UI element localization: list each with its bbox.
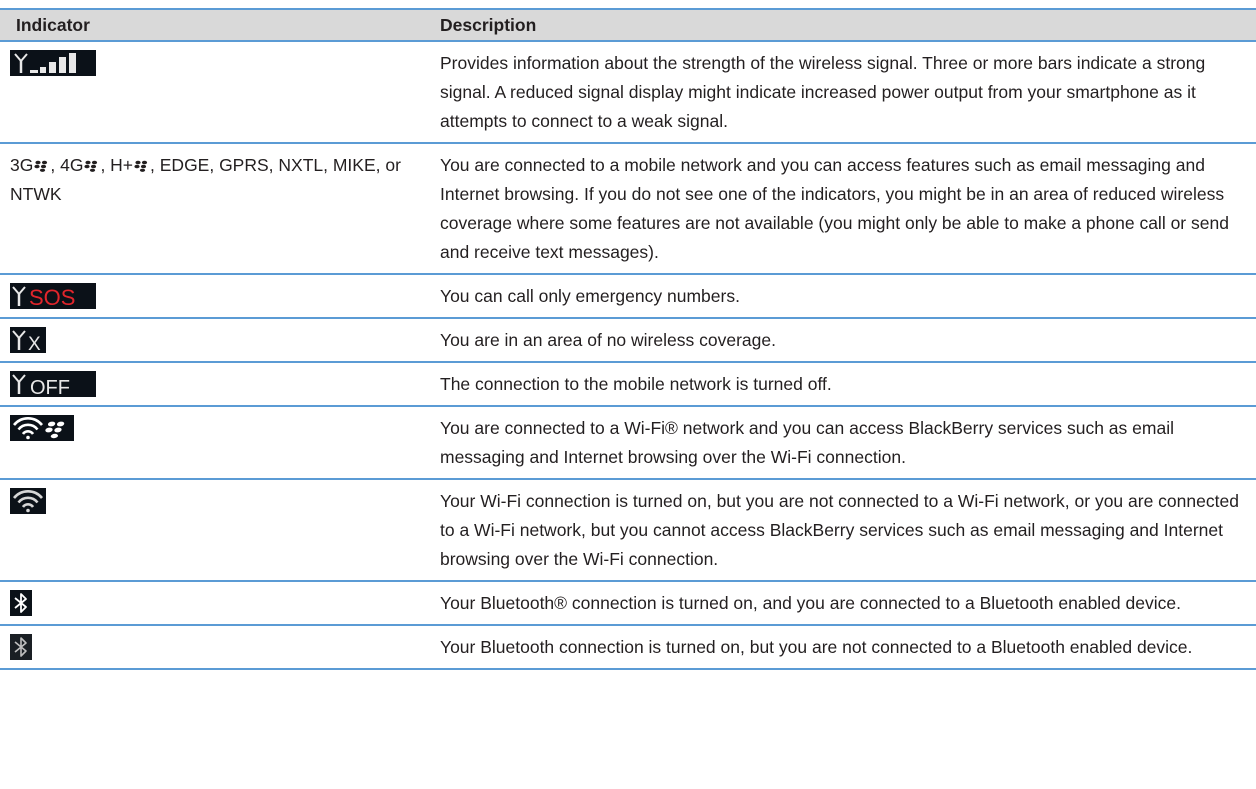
signal-bars-icon <box>10 50 96 76</box>
off-label: OFF <box>30 377 70 397</box>
description-cell: You are in an area of no wireless covera… <box>430 318 1256 363</box>
description-cell: You are connected to a Wi-Fi® network an… <box>430 406 1256 480</box>
description-cell: Your Bluetooth® connection is turned on,… <box>430 581 1256 626</box>
indicator-cell <box>0 581 430 626</box>
indicator-cell <box>0 479 430 582</box>
table-row: Your Wi-Fi connection is turned on, but … <box>0 479 1256 582</box>
indicator-cell <box>0 625 430 670</box>
table-row: Your Bluetooth connection is turned on, … <box>0 625 1256 670</box>
description-cell: The connection to the mobile network is … <box>430 362 1256 407</box>
table-header-row: Indicator Description <box>0 8 1256 42</box>
bluetooth-on-icon <box>10 634 32 660</box>
table-row: Your Bluetooth® connection is turned on,… <box>0 581 1256 626</box>
x-label: X <box>28 334 41 353</box>
blackberry-logo-icon <box>134 160 148 172</box>
indicator-cell: OFF <box>0 362 430 407</box>
indicator-hplus: , H+ <box>100 155 134 175</box>
indicator-cell: SOS <box>0 274 430 319</box>
blackberry-logo-icon <box>84 160 98 172</box>
description-cell: Provides information about the strength … <box>430 41 1256 144</box>
indicator-3g: 3G <box>10 155 34 175</box>
indicator-cell: X <box>0 318 430 363</box>
table-row: 3G, 4G, H+, EDGE, GPRS, NXTL, MIKE, or N… <box>0 143 1256 275</box>
wifi-blackberry-icon <box>10 415 74 441</box>
antenna-sos-icon: SOS <box>10 283 96 309</box>
antenna-off-icon: OFF <box>10 371 96 397</box>
indicator-4g: , 4G <box>50 155 84 175</box>
description-cell: Your Wi-Fi connection is turned on, but … <box>430 479 1256 582</box>
indicator-cell <box>0 41 430 144</box>
table-row: X You are in an area of no wireless cove… <box>0 318 1256 363</box>
antenna-x-icon: X <box>10 327 46 353</box>
wifi-icon <box>10 488 46 514</box>
table-row: SOS You can call only emergency numbers. <box>0 274 1256 319</box>
description-cell: You are connected to a mobile network an… <box>430 143 1256 275</box>
indicator-cell <box>0 406 430 480</box>
table-row: OFF The connection to the mobile network… <box>0 362 1256 407</box>
description-cell: You can call only emergency numbers. <box>430 274 1256 319</box>
table-row: Provides information about the strength … <box>0 41 1256 144</box>
description-cell: Your Bluetooth connection is turned on, … <box>430 625 1256 670</box>
bluetooth-connected-icon <box>10 590 32 616</box>
blackberry-logo-icon <box>34 160 48 172</box>
sos-label: SOS <box>29 285 75 309</box>
header-description: Description <box>430 8 1256 42</box>
table-row: You are connected to a Wi-Fi® network an… <box>0 406 1256 480</box>
indicator-table: Indicator Description Provides informati… <box>0 8 1256 670</box>
indicator-cell: 3G, 4G, H+, EDGE, GPRS, NXTL, MIKE, or N… <box>0 143 430 275</box>
header-indicator: Indicator <box>0 8 430 42</box>
